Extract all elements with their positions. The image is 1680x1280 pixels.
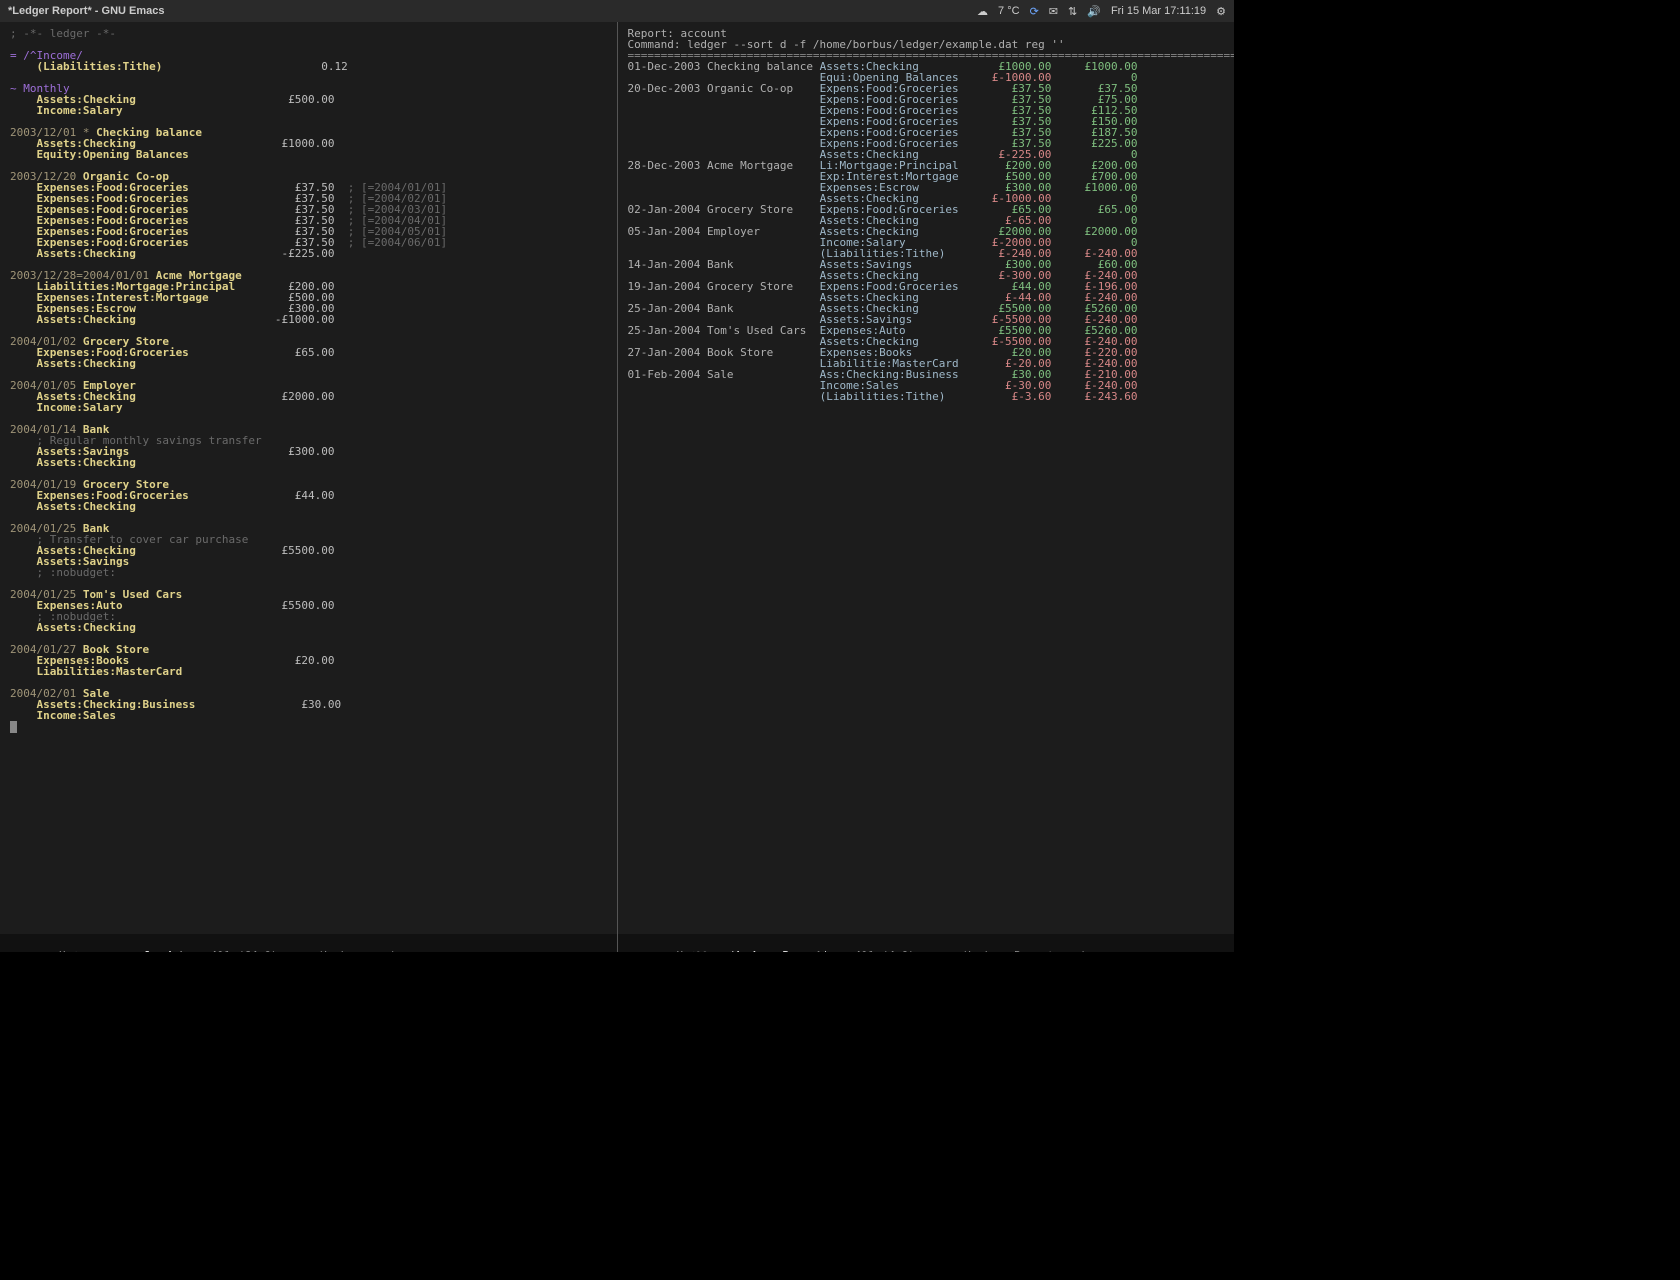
ledger-text: Income:Salary — [10, 401, 123, 414]
text-cursor — [10, 721, 17, 733]
ledger-text: (Liabilities:Tithe) — [10, 60, 162, 73]
emacs-frame: ; -*- ledger -*- = /^Income/ (Liabilitie… — [0, 22, 1234, 952]
ledger-text: Assets:Checking — [10, 313, 136, 326]
modeline-mode: (Ledger yas) — [317, 949, 396, 952]
refresh-icon[interactable]: ⟳ — [1030, 5, 1039, 18]
mail-icon[interactable]: ✉ — [1049, 5, 1058, 18]
ledger-text: £5500.00 — [123, 599, 335, 612]
modeline-position: All (4,0) — [829, 949, 961, 952]
ledger-text: Income:Salary — [10, 104, 123, 117]
ledger-text: ; :nobudget: — [10, 566, 116, 579]
ledger-text: Assets:Checking — [10, 357, 136, 370]
ledger-text: Assets:Checking — [10, 456, 136, 469]
report-date — [628, 390, 707, 403]
volume-icon[interactable]: 🔊 — [1087, 5, 1101, 18]
ledger-text: £2000.00 — [136, 390, 335, 403]
window-titlebar: *Ledger Report* - GNU Emacs ☁ 7 °C ⟳ ✉ ⇅… — [0, 0, 1234, 22]
ledger-text: ; -*- ledger -*- — [10, 27, 116, 40]
ledger-text: -£225.00 — [136, 247, 335, 260]
ledger-text: Equity:Opening Balances — [10, 148, 189, 161]
ledger-text: 0.12 — [162, 60, 347, 73]
systray: ☁ 7 °C ⟳ ✉ ⇅ 🔊 Fri 15 Mar 17:11:19 ⚙ — [977, 5, 1226, 18]
buffer-name: *Ledger Report* — [729, 949, 828, 952]
gear-icon[interactable]: ⚙ — [1216, 5, 1226, 18]
ledger-text: £44.00 — [189, 489, 335, 502]
ledger-text: £30.00 — [195, 698, 341, 711]
ledger-text: ; [=2004/06/01] — [335, 236, 448, 249]
buffer-name: example.dat — [112, 949, 185, 952]
ledger-report-buffer[interactable]: Report: account Command: ledger --sort d… — [618, 22, 1235, 934]
modeline-prefix: -U:@%%- — [663, 949, 729, 952]
report-account: (Liabilities:Tithe) — [820, 390, 966, 403]
modeline-fill: ----------------------------------------… — [397, 949, 617, 952]
ledger-text: Assets:Checking — [10, 621, 136, 634]
ledger-source-buffer[interactable]: ; -*- ledger -*- = /^Income/ (Liabilitie… — [0, 22, 617, 934]
clock-text: Fri 15 Mar 17:11:19 — [1111, 5, 1206, 17]
report-amount: £-3.60 — [965, 390, 1051, 403]
modeline-prefix: -U:@--- — [46, 949, 112, 952]
report-payee — [707, 390, 820, 403]
ledger-text: Income:Sales — [10, 709, 116, 722]
ledger-text: Liabilities:MasterCard — [10, 665, 182, 678]
modeline-mode: (Ledger Report yas) — [961, 949, 1087, 952]
ledger-text: Assets:Checking — [10, 500, 136, 513]
window-title: *Ledger Report* - GNU Emacs — [8, 5, 164, 17]
modeline-position: All (64,0) — [185, 949, 317, 952]
left-window[interactable]: ; -*- ledger -*- = /^Income/ (Liabilitie… — [0, 22, 618, 952]
ledger-text: £300.00 — [129, 445, 334, 458]
ledger-text: £500.00 — [136, 93, 335, 106]
weather-icon: ☁ — [977, 5, 988, 18]
report-balance: £-243.60 — [1051, 390, 1137, 403]
ledger-text: -£1000.00 — [136, 313, 335, 326]
left-modeline: -U:@--- example.dat All (64,0) (Ledger y… — [0, 934, 617, 952]
right-modeline: -U:@%%- *Ledger Report* All (4,0) (Ledge… — [618, 934, 1235, 952]
network-icon[interactable]: ⇅ — [1068, 5, 1077, 18]
modeline-fill: ----------------------------------------… — [1087, 949, 1234, 952]
ledger-text: £65.00 — [189, 346, 335, 359]
weather-text: 7 °C — [998, 5, 1020, 17]
ledger-text: £5500.00 — [136, 544, 335, 557]
right-window[interactable]: Report: account Command: ledger --sort d… — [618, 22, 1235, 952]
ledger-text: Assets:Checking — [10, 247, 136, 260]
